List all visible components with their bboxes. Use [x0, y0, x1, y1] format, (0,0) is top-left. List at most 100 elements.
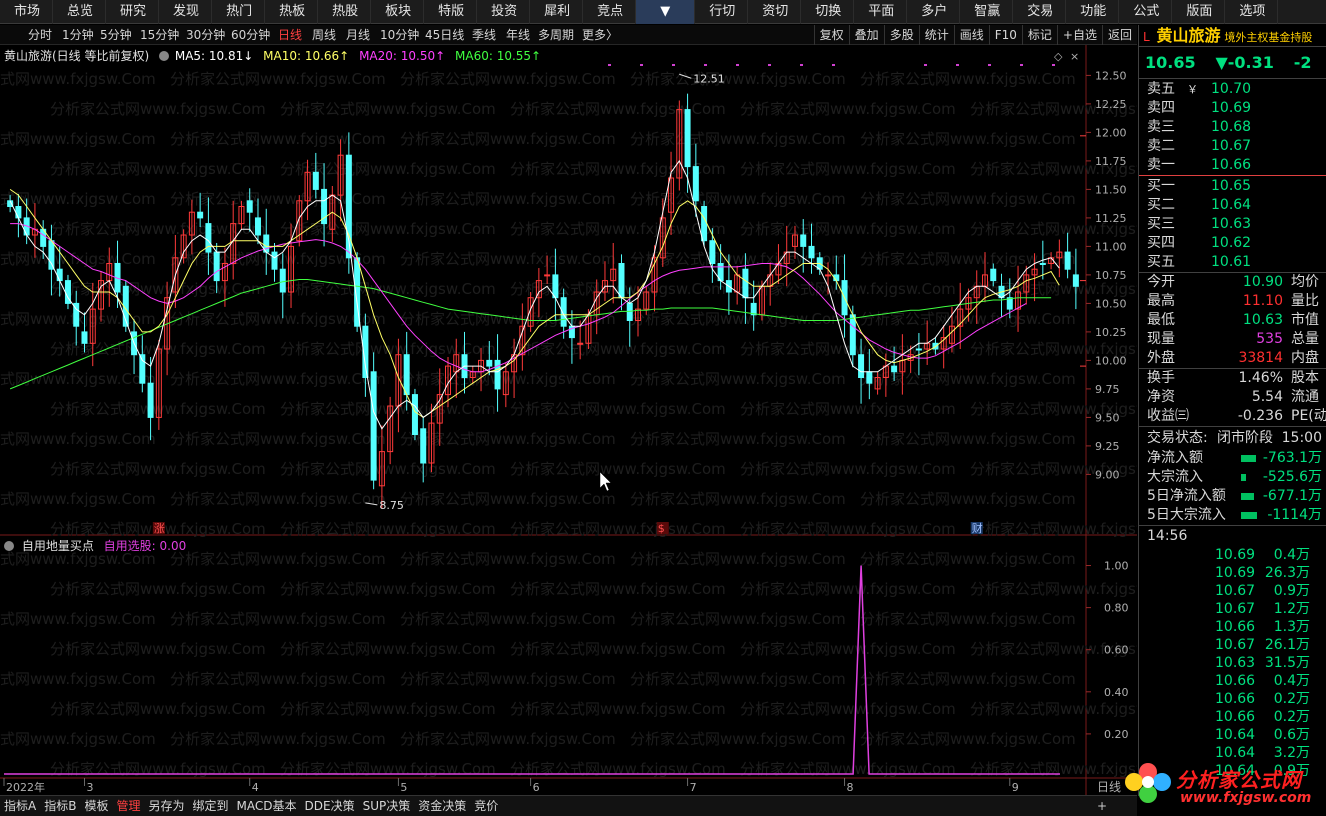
candle-body [279, 268, 286, 293]
time-tick-label: 4 [252, 781, 259, 794]
indicator-tab-0[interactable]: 指标A [0, 796, 40, 816]
indicator-tab-4[interactable]: 另存为 [144, 796, 188, 816]
indicator-tab-1[interactable]: 指标B [40, 796, 80, 816]
tick-volume: 1.2万 [1273, 601, 1310, 617]
diamond-icon: ◇ [1054, 50, 1063, 63]
settings-circle-icon[interactable] [4, 541, 14, 551]
candle-body [246, 200, 253, 213]
ask-label: 卖一 [1147, 157, 1175, 173]
tick-row: 10.69 26.3万 [1139, 564, 1326, 582]
stat-row: 现量 535 总量 [1139, 330, 1326, 349]
watermark-text: 分析家公式网www.fxjgsw.Com [170, 550, 386, 568]
menu-item-23[interactable]: 选项 [1225, 0, 1279, 24]
watermark-text: 分析家公式网www.fxjgsw.Com [50, 160, 266, 178]
price-tick-label: 10.25 [1095, 326, 1127, 339]
candle-body [891, 365, 898, 373]
bid-row: 买四 10.62 [1139, 234, 1326, 253]
indicator-tab-9[interactable]: 资金决策 [414, 796, 470, 816]
candle-body [1039, 263, 1046, 265]
watermark-text: 分析家公式网www.fxjgsw.Com [400, 70, 616, 88]
price-tick-label: 12.25 [1095, 98, 1127, 111]
bid-row: 买三 10.63 [1139, 215, 1326, 234]
indicator-tab-2[interactable]: 模板 [80, 796, 112, 816]
flow-label: 5日净流入额 [1147, 488, 1226, 504]
signal-dot [736, 64, 739, 66]
candle-body [254, 217, 261, 236]
signal-dot [800, 64, 803, 66]
stat-label: 今开 [1147, 274, 1175, 290]
watermark-text: 分析家公式网www.fxjgsw.Com [740, 580, 956, 598]
indicator-tab-7[interactable]: DDE决策 [301, 796, 359, 816]
flow-bar [1241, 512, 1257, 519]
ask-price: 10.69 [1211, 100, 1252, 116]
bid-price: 10.62 [1211, 235, 1252, 251]
stat-label-right: PE(动) [1291, 408, 1326, 424]
candle-body [411, 394, 418, 436]
indicator-tab-5[interactable]: 绑定到 [189, 796, 233, 816]
time-tick-label: 3 [86, 781, 93, 794]
watermark-text: 分析家公式网www.fxjgsw.Com [970, 520, 1137, 538]
tick-row: 10.66 0.2万 [1139, 690, 1326, 708]
watermark-text: 分析家公式网www.fxjgsw.Com [400, 430, 616, 448]
indicator-tab-3[interactable]: 管理 [112, 796, 144, 816]
watermark-text: 分析家公式网www.fxjgsw.Com [630, 490, 846, 508]
watermark-text: 分析家公式网www.fxjgsw.Com [400, 490, 616, 508]
candle-body [825, 274, 832, 277]
tick-time: 14:56 [1147, 528, 1188, 544]
bid-price: 10.64 [1211, 197, 1252, 213]
indicator-name: 自用地量买点 [21, 539, 94, 553]
kline-chart[interactable]: 分析家公式网www.fxjgsw.Com 分析家公式网www.fxjgsw.Com… [0, 0, 1137, 795]
watermark-text: 分析家公式网www.fxjgsw.Com [280, 640, 496, 658]
ask-label: 卖四 [1147, 100, 1175, 116]
watermark-text: 分析家公式网www.fxjgsw.Com [0, 70, 156, 88]
tick-volume: 31.5万 [1264, 655, 1310, 671]
stock-name[interactable]: 黄山旅游 [1157, 26, 1221, 45]
indicator-tab-6[interactable]: MACD基本 [233, 796, 301, 816]
candle-body [808, 245, 815, 259]
watermark-text: 分析家公式网www.fxjgsw.Com [400, 550, 616, 568]
watermark-text: 分析家公式网www.fxjgsw.Com [0, 730, 156, 748]
flow-row: 净流入额 -763.1万 [1139, 449, 1326, 468]
flow-value: -677.1万 [1262, 488, 1322, 504]
flow-bar [1241, 493, 1254, 500]
watermark-text: 分析家公式网www.fxjgsw.Com [860, 70, 1076, 88]
close-icon: × [1070, 50, 1079, 63]
candle-body [370, 371, 377, 481]
stat-label-right: 量比 [1291, 293, 1319, 309]
tick-volume: 1.3万 [1273, 619, 1310, 635]
price-tick-label: 11.25 [1095, 212, 1127, 225]
stat-row: 外盘 33814 内盘 [1139, 349, 1326, 368]
watermark-text: 分析家公式网www.fxjgsw.Com [170, 490, 386, 508]
tick-volume: 26.3万 [1264, 565, 1310, 581]
settings-circle-icon[interactable] [159, 51, 170, 61]
ask-price: 10.70 [1211, 81, 1252, 97]
signal-dot [1052, 64, 1055, 66]
flow-label: 大宗流入 [1147, 469, 1203, 485]
watermark-text: 分析家公式网www.fxjgsw.Com [50, 640, 266, 658]
stock-title: 黄山旅游(日线 等比前复权) [4, 49, 150, 63]
flow-row: 5日大宗流入 -1114万 [1139, 506, 1326, 525]
event-marker: 涨 [154, 522, 165, 535]
watermark-text: 分析家公式网www.fxjgsw.Com [400, 730, 616, 748]
bid-price: 10.63 [1211, 216, 1252, 232]
flow-label: 5日大宗流入 [1147, 507, 1226, 523]
indicator-tab-8[interactable]: SUP决策 [359, 796, 415, 816]
flow-row: 5日净流入额 -677.1万 [1139, 487, 1326, 506]
yen-icon: ￥ [1187, 83, 1198, 96]
watermark-text: 分析家公式网www.fxjgsw.Com [170, 190, 386, 208]
watermark-text: 分析家公式网www.fxjgsw.Com [170, 730, 386, 748]
indicator-tick-label: 0.60 [1104, 644, 1129, 657]
watermark-text: 分析家公式网www.fxjgsw.Com [510, 400, 726, 418]
indicator-tab-10[interactable]: 竞价 [470, 796, 502, 816]
menu-item-22[interactable]: 版面 [1172, 0, 1226, 24]
watermark-text: 分析家公式网www.fxjgsw.Com [50, 100, 266, 118]
watermark-text: 分析家公式网www.fxjgsw.Com [510, 460, 726, 478]
price-tick-label: 10.50 [1095, 297, 1127, 310]
ask-row: 卖五 ￥ 10.70 [1139, 80, 1326, 99]
candle-body [618, 263, 625, 299]
watermark-text: 分析家公式网www.fxjgsw.Com [860, 250, 1076, 268]
watermark-text: 分析家公式网www.fxjgsw.Com [630, 550, 846, 568]
stat-label-right: 内盘 [1291, 350, 1319, 366]
stat-row: 收益㈢ -0.236 PE(动) [1139, 407, 1326, 426]
candle-body [742, 268, 749, 299]
